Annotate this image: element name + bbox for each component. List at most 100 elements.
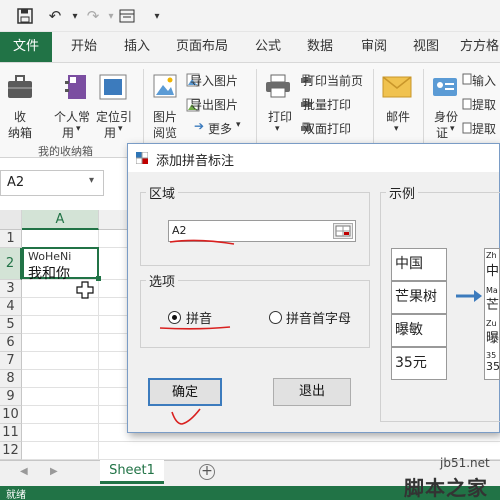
red-underline-annotation: [159, 326, 231, 330]
more-button[interactable]: 更多: [208, 120, 232, 137]
locate-reference-icon[interactable]: [98, 73, 128, 103]
example-result-text: 35: [486, 360, 500, 373]
extract-button-2[interactable]: 提取: [472, 120, 496, 137]
sheet-prev-icon[interactable]: ◀: [20, 466, 28, 477]
grid-line: [22, 441, 500, 442]
exit-button[interactable]: 退出: [273, 378, 351, 406]
extract-button-1[interactable]: 提取: [472, 96, 496, 113]
tab-view[interactable]: 视图: [406, 32, 446, 62]
dialog-app-icon: [135, 151, 149, 165]
ribbon-tabs: 文件 开始 插入 页面布局 公式 数据 审阅 视图 方方格: [0, 32, 500, 62]
row-header[interactable]: 7: [0, 352, 22, 370]
select-all-corner[interactable]: [0, 210, 22, 230]
row-header[interactable]: 1: [0, 230, 22, 248]
name-box-value: A2: [7, 175, 25, 190]
id-card-icon[interactable]: [432, 75, 458, 99]
id-card-label-2[interactable]: 证: [436, 124, 448, 141]
fill-handle[interactable]: [96, 276, 101, 281]
red-check-annotation: [171, 408, 201, 425]
cell-a2[interactable]: WoHeNi 我和你: [22, 247, 101, 282]
chevron-down-icon[interactable]: ▾: [275, 124, 280, 134]
personal-notebook-icon[interactable]: [64, 73, 90, 103]
locate-reference-label-2[interactable]: 用: [104, 124, 116, 141]
input-button[interactable]: 输入: [472, 72, 496, 89]
personal-common-label-2[interactable]: 用: [62, 124, 74, 141]
chevron-down-icon[interactable]: ▾: [236, 120, 241, 130]
radio-pinyin-initials-label[interactable]: 拼音首字母: [286, 308, 351, 327]
tab-fangfangge[interactable]: 方方格: [460, 32, 500, 62]
tab-insert[interactable]: 插入: [115, 32, 159, 62]
row-header[interactable]: 9: [0, 388, 22, 406]
id-card-label-1: 身份: [434, 110, 459, 124]
row-header[interactable]: 3: [0, 280, 22, 298]
example-cell: 芒果树: [391, 281, 447, 314]
tab-page-layout[interactable]: 页面布局: [170, 32, 234, 62]
tab-review[interactable]: 审阅: [354, 32, 394, 62]
dialog-title-bar[interactable]: 添加拼音标注: [128, 144, 499, 172]
printer-icon[interactable]: [264, 73, 292, 99]
watermark-site: jb51.net: [440, 456, 490, 470]
example-cell: 35元: [391, 347, 447, 380]
duplex-print-button[interactable]: 双面打印: [303, 120, 351, 137]
example-result-text: 曝: [486, 331, 500, 346]
ok-button[interactable]: 确定: [148, 378, 222, 406]
example-result-pinyin: Zh: [486, 251, 497, 260]
batch-print-button[interactable]: 批量打印: [303, 96, 351, 113]
extract-icon: [462, 122, 472, 134]
ribbon-separator: [143, 69, 144, 153]
tab-formulas[interactable]: 公式: [248, 32, 288, 62]
row-header[interactable]: 6: [0, 334, 22, 352]
personal-common-label-1: 个人常: [54, 110, 91, 124]
row-header[interactable]: 10: [0, 406, 22, 424]
example-result-pinyin: 35: [486, 351, 497, 360]
example-cell: 曝敏: [391, 314, 447, 347]
radio-pinyin[interactable]: [168, 311, 181, 324]
cell-a2-pinyin: WoHeNi: [28, 250, 72, 263]
row-header[interactable]: 5: [0, 316, 22, 334]
briefcase-icon[interactable]: [6, 73, 34, 103]
customize-qat-icon[interactable]: ▾: [146, 5, 168, 27]
row-header[interactable]: 8: [0, 370, 22, 388]
extract-icon: [462, 98, 472, 110]
range-picker-icon[interactable]: [333, 223, 353, 239]
tab-file[interactable]: 文件: [0, 32, 52, 62]
radio-pinyin-initials[interactable]: [269, 311, 282, 324]
chevron-down-icon[interactable]: ▾: [394, 124, 399, 134]
image-view-label-1: 图片: [153, 110, 178, 124]
save-icon[interactable]: [14, 5, 36, 27]
column-header-a[interactable]: A: [22, 210, 99, 230]
row-header[interactable]: 4: [0, 298, 22, 316]
print-current-page-button[interactable]: 打印当前页: [303, 72, 363, 89]
row-header[interactable]: 12: [0, 442, 22, 460]
status-text: 就绪: [6, 490, 26, 501]
tab-home[interactable]: 开始: [62, 32, 106, 62]
example-result-cells: Zh 中 Ma 芒 Zu 曝 35 35: [484, 248, 500, 380]
chevron-down-icon[interactable]: ▾: [450, 124, 455, 134]
form-icon[interactable]: [116, 5, 138, 27]
sheet-next-icon[interactable]: ▶: [50, 466, 58, 477]
image-view-icon[interactable]: [152, 73, 178, 99]
locate-reference-label-1: 定位引: [96, 110, 133, 124]
add-sheet-icon[interactable]: +: [199, 464, 215, 480]
chevron-down-icon[interactable]: ▾: [89, 175, 94, 186]
row-header[interactable]: 2: [0, 248, 22, 280]
mail-label[interactable]: 邮件: [386, 108, 410, 125]
row-header[interactable]: 11: [0, 424, 22, 442]
import-image-button[interactable]: 导入图片: [190, 72, 238, 89]
watermark-brand: 脚本之家: [404, 476, 488, 500]
name-box[interactable]: A2 ▾: [0, 170, 104, 196]
sheet-tab-sheet1[interactable]: Sheet1: [100, 460, 164, 484]
ribbon-separator: [373, 69, 374, 153]
arrow-right-icon: ➔: [194, 119, 205, 133]
chevron-down-icon[interactable]: ▾: [76, 124, 81, 134]
print-label[interactable]: 打印: [268, 108, 292, 125]
example-label: 示例: [386, 183, 419, 202]
undo-icon[interactable]: ↶: [44, 5, 66, 27]
tab-data[interactable]: 数据: [300, 32, 340, 62]
image-view-label-2[interactable]: 阅览: [153, 124, 177, 141]
input-icon: [462, 73, 472, 85]
export-image-button[interactable]: 导出图片: [190, 96, 238, 113]
mail-icon[interactable]: [382, 75, 412, 99]
collect-box-label-2[interactable]: 纳箱: [8, 124, 32, 141]
chevron-down-icon[interactable]: ▾: [118, 124, 123, 134]
